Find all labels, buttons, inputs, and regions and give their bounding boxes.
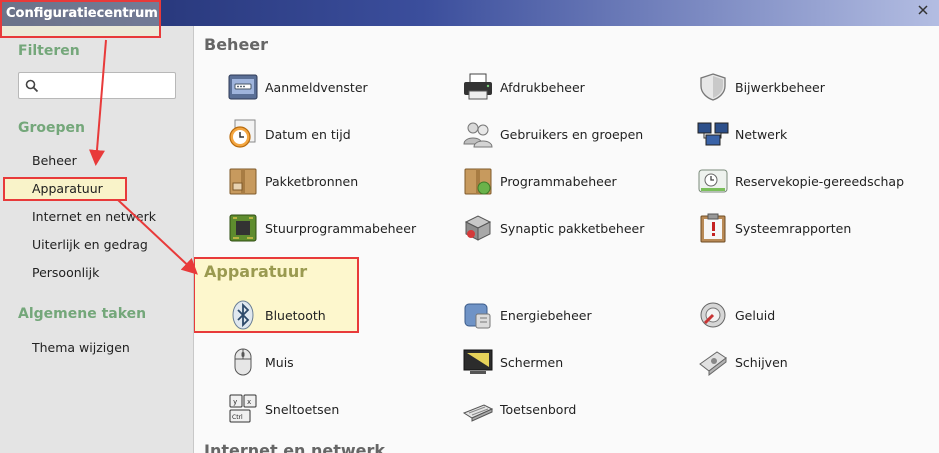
- item-bluetooth[interactable]: Bluetooth: [227, 299, 326, 331]
- item-label: Synaptic pakketbeheer: [500, 220, 645, 236]
- package-icon: [229, 168, 257, 195]
- item-pakketbronnen[interactable]: Pakketbronnen: [227, 165, 358, 197]
- keyboard-shortcuts-icon: y x Ctrl: [229, 394, 257, 423]
- item-label: Schermen: [500, 354, 564, 370]
- svg-text:Ctrl: Ctrl: [232, 414, 243, 421]
- login-window-icon: [228, 74, 258, 100]
- item-schijven[interactable]: Schijven: [697, 346, 788, 378]
- window-title-highlighted: Configuratiecentrum: [6, 6, 158, 21]
- clipboard-alert-icon: [700, 213, 726, 243]
- users-icon: [463, 122, 493, 148]
- sidebar-item-apparatuur-highlighted: Apparatuur: [32, 181, 103, 196]
- section-title-apparatuur: Apparatuur: [204, 262, 308, 281]
- search-icon: [25, 79, 39, 93]
- item-schermen[interactable]: Schermen: [462, 346, 563, 378]
- item-label: Energiebeheer: [500, 307, 592, 323]
- item-bijwerkbeheer[interactable]: Bijwerkbeheer: [697, 71, 825, 103]
- sidebar-item-persoonlijk[interactable]: Persoonlijk: [32, 265, 99, 280]
- chip-icon: [229, 214, 257, 242]
- item-toetsenbord[interactable]: Toetsenbord: [462, 393, 576, 425]
- search-input[interactable]: [18, 72, 176, 99]
- item-label: Pakketbronnen: [265, 173, 359, 189]
- item-label: Schijven: [735, 354, 788, 370]
- power-icon: [464, 303, 491, 329]
- item-gebruikers-groepen[interactable]: Gebruikers en groepen: [462, 118, 643, 150]
- item-label: Geluid: [735, 307, 776, 323]
- item-geluid[interactable]: Geluid: [697, 299, 775, 331]
- task-change-theme[interactable]: Thema wijzigen: [32, 340, 130, 355]
- close-icon[interactable]: [917, 5, 929, 17]
- bluetooth-icon: [232, 300, 254, 330]
- item-label: Aanmeldvenster: [265, 79, 368, 95]
- display-icon: [463, 349, 493, 374]
- item-systeemrapporten[interactable]: Systeemrapporten: [697, 212, 851, 244]
- item-label: Gebruikers en groepen: [500, 126, 644, 142]
- main-panel: Beheer Aanmeldvenster Afdrukbeheer Bijwe…: [194, 26, 939, 453]
- item-energiebeheer[interactable]: Energiebeheer: [462, 299, 592, 331]
- disks-icon: [699, 351, 727, 377]
- item-stuurprogrammabeheer[interactable]: Stuurprogrammabeheer: [227, 212, 416, 244]
- svg-text:y: y: [233, 398, 237, 406]
- item-label: Stuurprogrammabeheer: [265, 220, 417, 236]
- item-aanmeldvenster[interactable]: Aanmeldvenster: [227, 71, 368, 103]
- item-label: Toetsenbord: [500, 401, 577, 417]
- item-reservekopie[interactable]: Reservekopie-gereedschap: [697, 165, 904, 197]
- sidebar-item-beheer[interactable]: Beheer: [32, 153, 77, 168]
- sidebar-item-uiterlijk[interactable]: Uiterlijk en gedrag: [32, 237, 148, 252]
- shield-icon: [700, 73, 726, 101]
- mouse-icon: [234, 348, 252, 376]
- item-label: Sneltoetsen: [265, 401, 340, 417]
- item-netwerk[interactable]: Netwerk: [697, 118, 787, 150]
- filter-heading: Filteren: [18, 43, 80, 59]
- item-label: Datum en tijd: [265, 126, 351, 142]
- item-label: Netwerk: [735, 126, 788, 142]
- sound-icon: [700, 302, 726, 328]
- item-sneltoetsen[interactable]: y x Ctrl Sneltoetsen: [227, 393, 339, 425]
- item-label: Muis: [265, 354, 294, 370]
- item-label: Afdrukbeheer: [500, 79, 585, 95]
- sidebar-item-internet[interactable]: Internet en netwerk: [32, 209, 156, 224]
- sidebar: Filteren Groepen Beheer Apparatuur Inter…: [0, 26, 194, 453]
- item-label: Bluetooth: [265, 307, 326, 323]
- backup-icon: [698, 169, 728, 193]
- section-title-beheer: Beheer: [204, 35, 269, 54]
- item-label: Bijwerkbeheer: [735, 79, 825, 95]
- item-synaptic[interactable]: Synaptic pakketbeheer: [462, 212, 644, 244]
- item-label: Reservekopie-gereedschap: [735, 173, 905, 189]
- section-title-internet: Internet en netwerk: [204, 441, 386, 453]
- svg-text:x: x: [247, 398, 251, 406]
- synaptic-icon: [464, 215, 492, 241]
- item-label: Programmabeheer: [500, 173, 617, 189]
- keyboard-icon: [462, 404, 494, 422]
- tasks-heading: Algemene taken: [18, 306, 147, 322]
- clock-icon: [229, 119, 256, 148]
- item-afdrukbeheer[interactable]: Afdrukbeheer: [462, 71, 585, 103]
- printer-icon: [464, 73, 492, 100]
- software-package-icon: [464, 168, 492, 195]
- network-icon: [697, 122, 729, 146]
- item-datum-tijd[interactable]: Datum en tijd: [227, 118, 351, 150]
- item-muis[interactable]: Muis: [227, 346, 294, 378]
- item-label: Systeemrapporten: [735, 220, 852, 236]
- groups-heading: Groepen: [18, 120, 85, 136]
- item-programmabeheer[interactable]: Programmabeheer: [462, 165, 617, 197]
